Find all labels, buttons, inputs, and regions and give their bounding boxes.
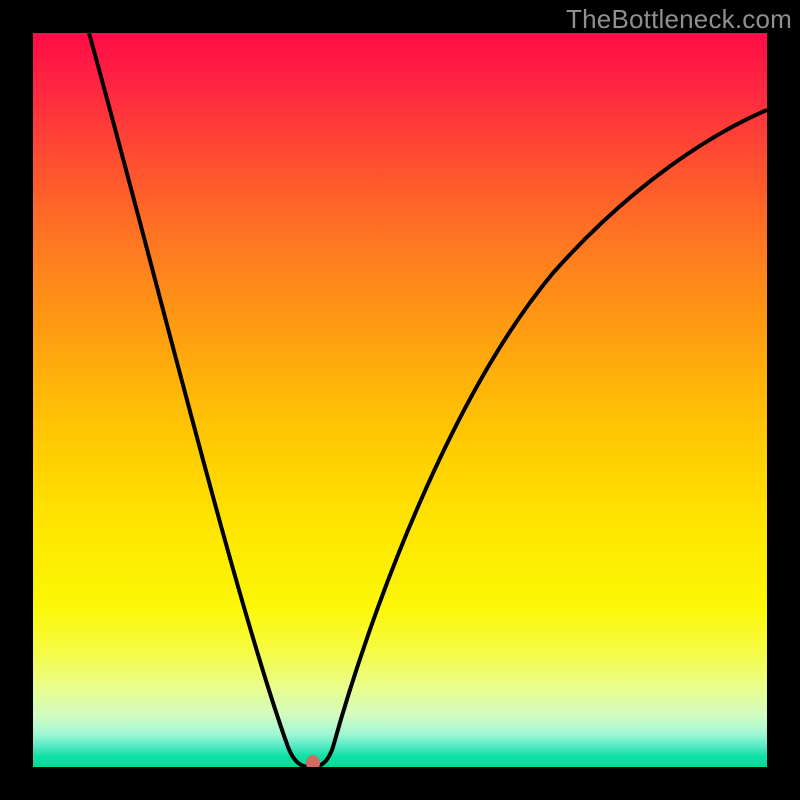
- watermark-text: TheBottleneck.com: [566, 4, 792, 35]
- plot-area: [33, 33, 767, 767]
- bottleneck-curve: [89, 33, 767, 767]
- optimum-marker: [306, 755, 320, 767]
- chart-frame: TheBottleneck.com: [0, 0, 800, 800]
- curve-layer: [33, 33, 767, 767]
